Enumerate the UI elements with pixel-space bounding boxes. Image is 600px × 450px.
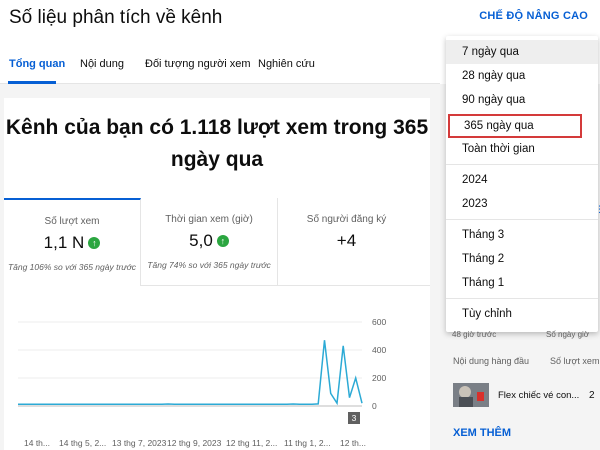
- see-more-link[interactable]: XEM THÊM: [453, 427, 511, 439]
- menu-item-january[interactable]: Tháng 1: [446, 271, 598, 295]
- date-range-menu: 7 ngày qua 28 ngày qua 90 ngày qua 365 n…: [446, 36, 598, 332]
- metric-views[interactable]: Số lượt xem 1,1 N ↑ Tăng 106% so với 365 …: [4, 198, 141, 286]
- right-panel-partial-label: Số ngày giờ: [546, 330, 590, 339]
- menu-item-90-days[interactable]: 90 ngày qua: [446, 88, 598, 112]
- metric-value: 5,0 ↑: [141, 231, 277, 251]
- metric-value: 1,1 N ↑: [4, 233, 140, 253]
- tab-research[interactable]: Nghiên cứu: [258, 58, 315, 70]
- metric-note: Tăng 106% so với 365 ngày trước: [7, 262, 137, 272]
- x-tick-label: 14 th...: [24, 438, 50, 448]
- menu-divider: [446, 219, 598, 220]
- top-content-views: 2: [589, 390, 595, 401]
- arrow-up-icon: ↑: [88, 237, 101, 249]
- top-content-title[interactable]: Flex chiếc vé con...: [498, 390, 579, 401]
- x-tick-label: 13 thg 7, 2023: [112, 438, 167, 448]
- menu-divider: [446, 298, 598, 299]
- views-chart[interactable]: 0 200 400 600 3 14 th... 14 thg 5, 2... 13 thg …: [4, 298, 430, 450]
- thumbnail-image-icon: [453, 383, 489, 407]
- y-tick-label: 400: [372, 345, 386, 355]
- metric-tabs: Số lượt xem 1,1 N ↑ Tăng 106% so với 365 …: [4, 198, 430, 286]
- video-thumbnail[interactable]: [453, 383, 489, 407]
- menu-item-2023[interactable]: 2023: [446, 192, 598, 216]
- menu-item-2024[interactable]: 2024: [446, 168, 598, 192]
- views-column-label: Số lượt xem: [550, 356, 600, 366]
- right-panel-partial-label: 48 giờ trước: [452, 330, 497, 339]
- menu-item-custom[interactable]: Tùy chỉnh: [446, 302, 598, 326]
- x-tick-label: 12 thg 11, 2...: [226, 438, 277, 448]
- menu-item-28-days[interactable]: 28 ngày qua: [446, 64, 598, 88]
- menu-item-february[interactable]: Tháng 2: [446, 247, 598, 271]
- y-tick-label: 0: [372, 401, 377, 411]
- menu-item-7-days[interactable]: 7 ngày qua: [446, 40, 598, 64]
- menu-item-365-days[interactable]: 365 ngày qua: [448, 114, 582, 138]
- views-chart-svg: 0 200 400 600 3 14 th... 14 thg 5, 2... 13 thg …: [18, 317, 386, 448]
- menu-divider: [446, 164, 598, 165]
- arrow-up-icon: ↑: [216, 235, 229, 247]
- menu-item-lifetime[interactable]: Toàn thời gian: [446, 137, 598, 161]
- metric-label: Thời gian xem (giờ): [165, 214, 253, 225]
- menu-item-march[interactable]: Tháng 3: [446, 223, 598, 247]
- header: Số liệu phân tích về kênh CHẾ ĐỘ NÂNG CA…: [0, 0, 600, 40]
- overview-card: Kênh của bạn có 1.118 lượt xem trong 365…: [4, 98, 430, 450]
- metric-label: Số lượt xem: [44, 216, 100, 227]
- x-tick-label: 12 th...: [340, 438, 366, 448]
- metric-watch-time[interactable]: Thời gian xem (giờ) 5,0 ↑ Tăng 74% so với…: [141, 198, 278, 286]
- x-tick-label: 12 thg 9, 2023: [167, 438, 222, 448]
- advanced-mode-button[interactable]: CHẾ ĐỘ NÂNG CAO: [479, 10, 588, 22]
- tab-bar: Tổng quan Nội dung Đối tượng người xem N…: [0, 48, 440, 84]
- metric-value: +4: [336, 231, 357, 250]
- headline: Kênh của bạn có 1.118 lượt xem trong 365…: [5, 116, 429, 171]
- metric-subscribers[interactable]: Số người đăng ký +4: [278, 198, 415, 286]
- y-tick-label: 600: [372, 317, 386, 327]
- y-tick-label: 200: [372, 373, 386, 383]
- video-marker-label: 3: [352, 413, 357, 423]
- more-icon[interactable]: ⋮: [595, 204, 600, 214]
- tab-audience[interactable]: Đối tượng người xem: [145, 58, 251, 70]
- top-content-label: Nội dung hàng đầu: [453, 356, 530, 366]
- metric-label: Số người đăng ký: [306, 214, 387, 225]
- x-tick-label: 14 thg 5, 2...: [59, 438, 106, 448]
- tab-content[interactable]: Nội dung: [80, 58, 124, 70]
- page-title: Số liệu phân tích về kênh: [9, 7, 223, 28]
- tab-overview[interactable]: Tổng quan: [9, 58, 65, 70]
- x-tick-label: 11 thg 1, 2...: [284, 438, 331, 448]
- metric-note: Tăng 74% so với 365 ngày trước: [147, 260, 271, 270]
